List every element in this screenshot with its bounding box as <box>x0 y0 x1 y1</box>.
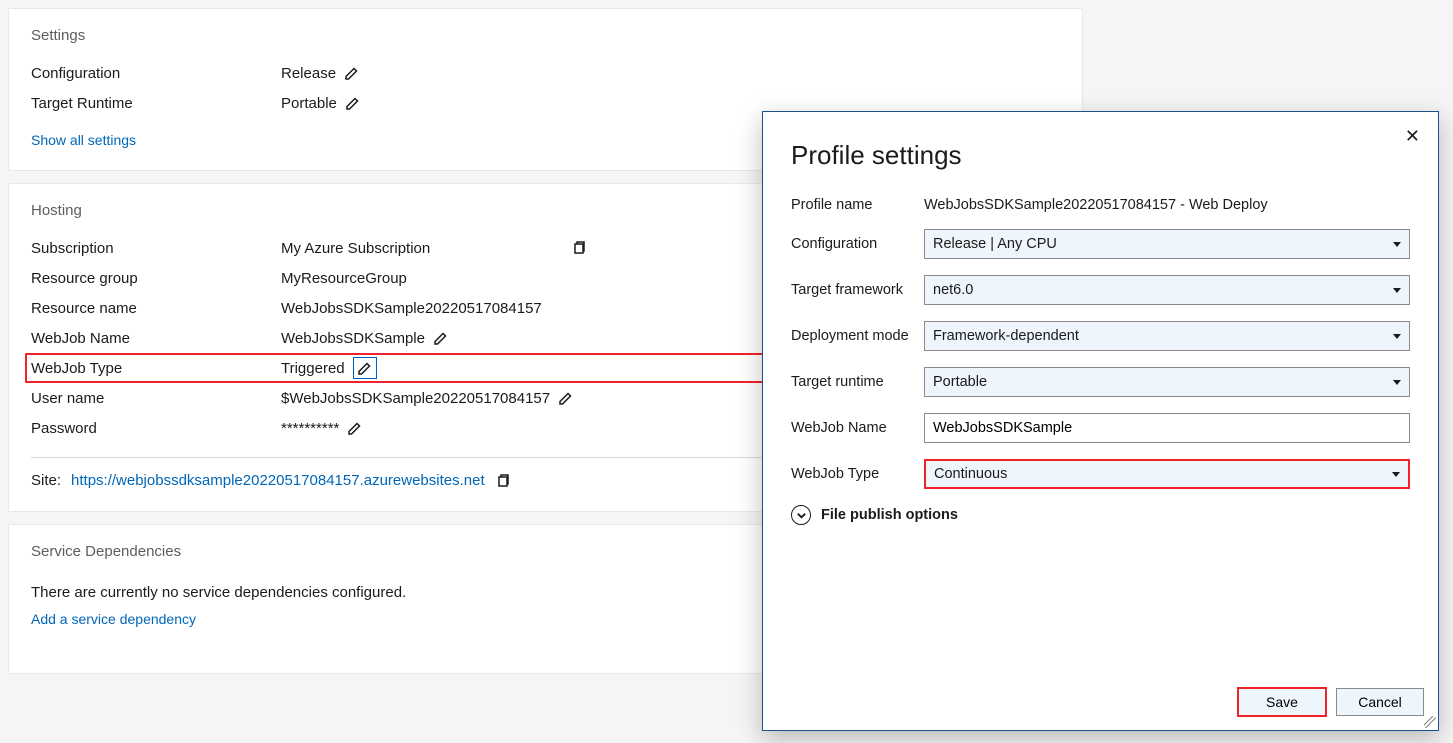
row-configuration-combo: Configuration Release | Any CPU <box>791 229 1410 259</box>
value-webjob-name: WebJobsSDKSample <box>281 330 425 347</box>
label-resource-name: Resource name <box>31 300 281 317</box>
value-resource-name: WebJobsSDKSample20220517084157 <box>281 300 542 317</box>
value-webjob-type: Triggered <box>281 360 345 377</box>
value-resource-group: MyResourceGroup <box>281 270 407 287</box>
pencil-icon[interactable] <box>344 65 360 81</box>
file-publish-options-expander[interactable]: File publish options <box>791 505 1410 525</box>
resize-grip[interactable] <box>1424 716 1436 728</box>
row-deployment-mode-combo: Deployment mode Framework-dependent <box>791 321 1410 351</box>
configuration-combo[interactable]: Release | Any CPU <box>924 229 1410 259</box>
row-webjob-type-combo: WebJob Type Continuous <box>791 459 1410 489</box>
target-runtime-combo[interactable]: Portable <box>924 367 1410 397</box>
label-target-runtime-combo: Target runtime <box>791 374 924 390</box>
site-url-link[interactable]: https://webjobssdksample20220517084157.a… <box>71 472 485 489</box>
copy-icon[interactable] <box>571 240 587 256</box>
copy-icon[interactable] <box>495 473 511 489</box>
row-configuration: Configuration Release <box>31 58 1060 88</box>
label-webjob-name-input: WebJob Name <box>791 420 924 436</box>
value-subscription: My Azure Subscription <box>281 240 581 257</box>
target-framework-combo-value: net6.0 <box>933 282 973 298</box>
label-user-name: User name <box>31 390 281 407</box>
label-deployment-mode: Deployment mode <box>791 328 924 344</box>
chevron-down-circle-icon <box>791 505 811 525</box>
dialog-footer: Save Cancel <box>763 676 1438 730</box>
label-configuration: Configuration <box>31 65 281 82</box>
label-subscription: Subscription <box>31 240 281 257</box>
label-password: Password <box>31 420 281 437</box>
deployment-mode-combo-value: Framework-dependent <box>933 328 1079 344</box>
value-password: ********** <box>281 420 339 437</box>
chevron-down-icon <box>1393 288 1401 293</box>
chevron-down-icon <box>1392 472 1400 477</box>
target-runtime-combo-value: Portable <box>933 374 987 390</box>
add-service-dependency-link[interactable]: Add a service dependency <box>31 611 196 627</box>
pencil-icon[interactable] <box>347 420 363 436</box>
row-webjob-name-input: WebJob Name <box>791 413 1410 443</box>
label-webjob-type: WebJob Type <box>31 360 281 377</box>
pencil-icon[interactable] <box>558 390 574 406</box>
deployment-mode-combo[interactable]: Framework-dependent <box>924 321 1410 351</box>
value-configuration: Release <box>281 65 336 82</box>
chevron-down-icon <box>1393 242 1401 247</box>
label-target-framework: Target framework <box>791 282 924 298</box>
chevron-down-icon <box>1393 380 1401 385</box>
row-profile-name: Profile name WebJobsSDKSample20220517084… <box>791 197 1410 213</box>
label-webjob-name: WebJob Name <box>31 330 281 347</box>
row-target-framework-combo: Target framework net6.0 <box>791 275 1410 305</box>
pencil-icon[interactable] <box>353 357 377 379</box>
target-framework-combo[interactable]: net6.0 <box>924 275 1410 305</box>
chevron-down-icon <box>1393 334 1401 339</box>
pencil-icon[interactable] <box>345 95 361 111</box>
label-site: Site: <box>31 472 61 489</box>
file-publish-options-label: File publish options <box>821 507 958 523</box>
value-profile-name: WebJobsSDKSample20220517084157 - Web Dep… <box>924 197 1268 213</box>
settings-heading: Settings <box>31 27 1060 44</box>
row-target-runtime-combo: Target runtime Portable <box>791 367 1410 397</box>
label-target-runtime: Target Runtime <box>31 95 281 112</box>
value-user-name: $WebJobsSDKSample20220517084157 <box>281 390 550 407</box>
show-all-settings-link[interactable]: Show all settings <box>31 132 136 148</box>
value-target-runtime: Portable <box>281 95 337 112</box>
webjob-type-combo[interactable]: Continuous <box>924 459 1410 489</box>
label-configuration-combo: Configuration <box>791 236 924 252</box>
save-button[interactable]: Save <box>1238 688 1326 716</box>
label-webjob-type-combo: WebJob Type <box>791 466 924 482</box>
webjob-name-input[interactable] <box>924 413 1410 443</box>
pencil-icon[interactable] <box>433 330 449 346</box>
configuration-combo-value: Release | Any CPU <box>933 236 1057 252</box>
webjob-type-combo-value: Continuous <box>934 466 1007 482</box>
label-profile-name: Profile name <box>791 197 924 213</box>
cancel-button[interactable]: Cancel <box>1336 688 1424 716</box>
label-resource-group: Resource group <box>31 270 281 287</box>
profile-settings-dialog: ✕ Profile settings Profile name WebJobsS… <box>762 111 1439 731</box>
dialog-title: Profile settings <box>791 140 1410 171</box>
close-icon[interactable]: ✕ <box>1405 126 1420 147</box>
